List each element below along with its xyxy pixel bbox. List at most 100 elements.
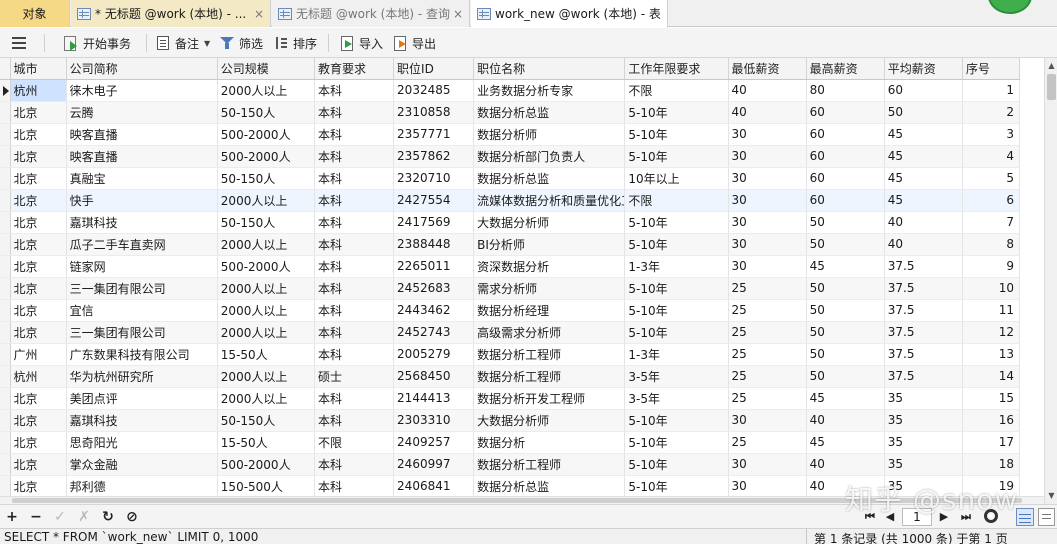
table-cell[interactable]: 数据分析开发工程师 [473,387,626,410]
table-cell[interactable]: 500-2000人 [217,255,315,278]
table-cell[interactable]: 50-150人 [217,211,315,234]
table-cell[interactable]: 37.5 [884,365,963,388]
table-row[interactable]: 北京 嘉琪科技 50-150人 本科 2417569 大数据分析师 5-10年 30 50 40 7 [0,211,1021,234]
tab-query-untitled-unsaved[interactable]: * 无标题 @work (本地) - ... × [71,0,271,27]
table-cell[interactable]: 数据分析总监 [473,475,626,496]
table-cell[interactable]: 本科 [314,409,395,432]
table-cell[interactable]: 40 [806,475,885,496]
table-cell[interactable]: 37.5 [884,343,963,366]
previous-page-button[interactable]: ◀ [882,508,898,526]
table-cell[interactable]: 大数据分析师 [473,409,626,432]
table-cell[interactable]: 40 [884,211,963,234]
table-cell[interactable]: 本科 [314,123,395,146]
table-cell[interactable]: 60 [806,167,885,190]
table-cell[interactable]: 邦利德 [66,475,218,496]
table-cell[interactable]: 流媒体数据分析和质量优化工程师 [473,189,626,212]
table-cell[interactable]: 5-10年 [624,321,729,344]
export-button[interactable]: 导出 [393,28,436,58]
table-cell[interactable]: 北京 [10,299,67,322]
table-cell[interactable]: 40 [806,453,885,476]
table-cell[interactable]: 三一集团有限公司 [66,321,218,344]
table-cell[interactable]: 北京 [10,409,67,432]
stop-button[interactable]: ⊘ [124,508,140,526]
table-cell[interactable]: 三一集团有限公司 [66,277,218,300]
table-cell[interactable]: 15-50人 [217,431,315,454]
row-indicator[interactable] [0,277,11,300]
table-cell[interactable]: 5-10年 [624,233,729,256]
table-cell[interactable]: 14 [962,365,1021,388]
table-cell[interactable]: 37.5 [884,277,963,300]
table-cell[interactable]: 瓜子二手车直卖网 [66,233,218,256]
table-cell[interactable]: 30 [728,123,807,146]
column-header[interactable]: 最低薪资 [728,58,807,80]
table-cell[interactable]: 1-3年 [624,343,729,366]
table-cell[interactable]: 杭州 [10,365,67,388]
table-cell[interactable]: 数据分析部门负责人 [473,145,626,168]
table-row[interactable]: 北京 邦利德 150-500人 本科 2406841 数据分析总监 5-10年 30 40 35 1… [0,475,1021,496]
table-cell[interactable]: 30 [728,409,807,432]
scroll-down-icon[interactable]: ▼ [1046,490,1057,502]
table-cell[interactable]: 数据分析工程师 [473,343,626,366]
table-row[interactable]: 北京 美团点评 2000人以上 本科 2144413 数据分析开发工程师 3-5年 25 45 3… [0,387,1021,410]
table-cell[interactable]: 映客直播 [66,123,218,146]
discard-changes-button[interactable]: ✗ [76,508,92,526]
row-indicator[interactable] [0,299,11,322]
table-row[interactable]: 北京 掌众金融 500-2000人 本科 2460997 数据分析工程师 5-10年 30 40… [0,453,1021,476]
table-cell[interactable]: 50 [806,277,885,300]
scroll-thumb[interactable] [1047,74,1056,100]
table-row[interactable]: 北京 宜信 2000人以上 本科 2443462 数据分析经理 5-10年 25 50 37.5 1… [0,299,1021,322]
table-row[interactable]: 北京 瓜子二手车直卖网 2000人以上 本科 2388448 BI分析师 5-10年 30 50… [0,233,1021,256]
table-row[interactable]: 北京快手2000人以上本科2427554流媒体数据分析和质量优化工程师不限306… [0,189,1021,212]
table-row[interactable]: 北京 三一集团有限公司 2000人以上 本科 2452743 高级需求分析师 5-10年 25… [0,321,1021,344]
table-cell[interactable]: 2320710 [393,167,475,190]
table-cell[interactable]: 华为杭州研究所 [66,365,218,388]
row-indicator[interactable] [0,321,11,344]
table-cell[interactable]: 30 [728,233,807,256]
table-cell[interactable]: 25 [728,321,807,344]
table-cell[interactable]: 2000人以上 [217,189,315,212]
table-cell[interactable]: 60 [806,101,885,124]
table-row[interactable]: 北京 三一集团有限公司 2000人以上 本科 2452683 需求分析师 5-10年 25 50… [0,277,1021,300]
table-cell[interactable]: 硕士 [314,365,395,388]
table-cell[interactable]: 2406841 [393,475,475,496]
row-indicator[interactable] [0,387,11,410]
table-cell[interactable]: 50 [806,365,885,388]
table-cell[interactable]: 60 [806,145,885,168]
table-cell[interactable]: 5-10年 [624,101,729,124]
data-grid[interactable]: 城市 公司简称 公司规模 教育要求 职位ID 职位名称 工作年限要求 最低薪资 … [0,58,1044,496]
table-cell[interactable]: 50-150人 [217,101,315,124]
table-cell[interactable]: 本科 [314,299,395,322]
table-cell[interactable]: 2388448 [393,233,475,256]
row-indicator[interactable] [0,123,11,146]
table-cell[interactable]: 北京 [10,387,67,410]
table-cell[interactable]: 500-2000人 [217,453,315,476]
table-cell[interactable]: 高级需求分析师 [473,321,626,344]
next-page-button[interactable]: ▶ [936,508,952,526]
table-cell[interactable]: 5-10年 [624,123,729,146]
table-cell[interactable]: 北京 [10,123,67,146]
table-cell[interactable]: 北京 [10,431,67,454]
table-cell[interactable]: 不限 [314,431,395,454]
table-cell[interactable]: 11 [962,299,1021,322]
table-cell[interactable]: 徕木电子 [66,79,218,102]
table-cell[interactable]: 10年以上 [624,167,729,190]
table-cell[interactable]: 本科 [314,475,395,496]
form-view-icon[interactable] [1038,508,1055,526]
table-cell[interactable]: 映客直播 [66,145,218,168]
table-cell[interactable]: 北京 [10,189,67,212]
table-cell[interactable]: 45 [884,167,963,190]
table-cell[interactable]: 50 [806,321,885,344]
table-cell[interactable]: 2409257 [393,431,475,454]
table-cell[interactable]: 北京 [10,167,67,190]
row-indicator[interactable] [0,365,11,388]
table-cell[interactable]: 50-150人 [217,167,315,190]
table-cell[interactable]: 数据分析经理 [473,299,626,322]
table-cell[interactable]: 5-10年 [624,277,729,300]
table-cell[interactable]: 6 [962,189,1021,212]
table-cell[interactable]: 2357862 [393,145,475,168]
row-indicator[interactable] [0,211,11,234]
table-cell[interactable]: 宜信 [66,299,218,322]
table-cell[interactable]: 30 [728,255,807,278]
table-cell[interactable]: 25 [728,277,807,300]
table-row[interactable]: 杭州 徕木电子 2000人以上 本科 2032485 业务数据分析专家 不限 40 80 60 1 [0,79,1021,102]
